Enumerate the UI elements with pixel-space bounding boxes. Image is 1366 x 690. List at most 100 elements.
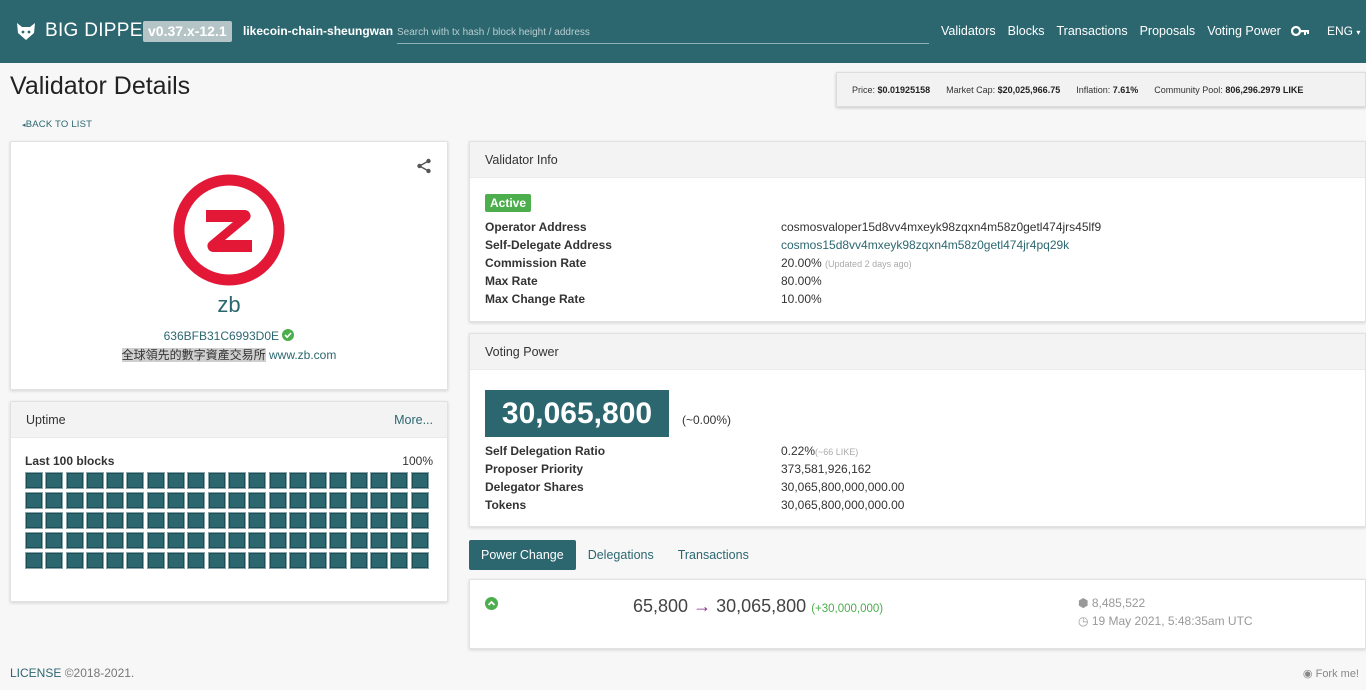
key-icon[interactable] (1291, 25, 1309, 37)
uptime-block[interactable] (146, 552, 165, 569)
uptime-block[interactable] (146, 532, 165, 549)
uptime-block[interactable] (349, 492, 368, 509)
uptime-block[interactable] (126, 552, 145, 569)
uptime-block[interactable] (207, 492, 226, 509)
tab-transactions[interactable]: Transactions (666, 540, 761, 570)
nav-blocks[interactable]: Blocks (1008, 24, 1045, 38)
uptime-block[interactable] (268, 552, 287, 569)
uptime-block[interactable] (288, 492, 307, 509)
uptime-block[interactable] (309, 532, 328, 549)
uptime-block[interactable] (227, 492, 246, 509)
uptime-block[interactable] (106, 512, 125, 529)
uptime-block[interactable] (85, 472, 104, 489)
uptime-block[interactable] (45, 552, 64, 569)
brand-name[interactable]: BIG DIPPER (45, 20, 157, 42)
uptime-block[interactable] (227, 532, 246, 549)
uptime-block[interactable] (410, 532, 429, 549)
uptime-block[interactable] (45, 492, 64, 509)
language-dropdown[interactable]: ENG ▾ (1327, 24, 1360, 38)
uptime-block[interactable] (370, 552, 389, 569)
uptime-block[interactable] (370, 492, 389, 509)
uptime-block[interactable] (349, 512, 368, 529)
uptime-block[interactable] (207, 552, 226, 569)
uptime-block[interactable] (25, 532, 43, 549)
self-delegate-link[interactable]: cosmos15d8vv4mxeyk98zqxn4m58z0getl474jr4… (781, 238, 1069, 252)
uptime-block[interactable] (106, 492, 125, 509)
uptime-block[interactable] (85, 492, 104, 509)
uptime-block[interactable] (390, 532, 409, 549)
uptime-block[interactable] (167, 552, 186, 569)
uptime-block[interactable] (45, 532, 64, 549)
uptime-block[interactable] (167, 512, 186, 529)
share-icon[interactable] (416, 158, 432, 174)
nav-transactions[interactable]: Transactions (1057, 24, 1128, 38)
uptime-block[interactable] (288, 512, 307, 529)
uptime-block[interactable] (207, 512, 226, 529)
uptime-block[interactable] (268, 532, 287, 549)
uptime-block[interactable] (410, 492, 429, 509)
uptime-block[interactable] (248, 512, 267, 529)
uptime-block[interactable] (410, 552, 429, 569)
uptime-more-link[interactable]: More... (394, 413, 433, 427)
uptime-block[interactable] (288, 472, 307, 489)
uptime-block[interactable] (167, 492, 186, 509)
uptime-block[interactable] (349, 532, 368, 549)
uptime-block[interactable] (349, 472, 368, 489)
nav-proposals[interactable]: Proposals (1140, 24, 1196, 38)
uptime-block[interactable] (248, 552, 267, 569)
uptime-block[interactable] (146, 492, 165, 509)
uptime-block[interactable] (25, 552, 43, 569)
uptime-block[interactable] (85, 552, 104, 569)
uptime-block[interactable] (85, 512, 104, 529)
uptime-block[interactable] (410, 512, 429, 529)
uptime-block[interactable] (288, 552, 307, 569)
uptime-block[interactable] (25, 472, 43, 489)
uptime-block[interactable] (329, 512, 348, 529)
website-link[interactable]: www.zb.com (269, 348, 336, 362)
uptime-block[interactable] (349, 552, 368, 569)
uptime-block[interactable] (370, 532, 389, 549)
uptime-block[interactable] (126, 472, 145, 489)
uptime-block[interactable] (370, 512, 389, 529)
uptime-block[interactable] (126, 512, 145, 529)
uptime-block[interactable] (187, 512, 206, 529)
license-link[interactable]: LICENSE (10, 666, 61, 680)
uptime-block[interactable] (248, 472, 267, 489)
uptime-block[interactable] (45, 512, 64, 529)
uptime-block[interactable] (390, 472, 409, 489)
uptime-block[interactable] (187, 492, 206, 509)
uptime-block[interactable] (309, 472, 328, 489)
uptime-block[interactable] (370, 472, 389, 489)
back-to-list-link[interactable]: ◂BACK TO LIST (22, 119, 92, 130)
uptime-block[interactable] (227, 512, 246, 529)
uptime-block[interactable] (85, 532, 104, 549)
uptime-block[interactable] (268, 512, 287, 529)
uptime-block[interactable] (248, 532, 267, 549)
uptime-block[interactable] (25, 492, 43, 509)
uptime-block[interactable] (248, 492, 267, 509)
uptime-block[interactable] (65, 512, 84, 529)
uptime-block[interactable] (390, 552, 409, 569)
uptime-block[interactable] (106, 472, 125, 489)
uptime-block[interactable] (167, 532, 186, 549)
uptime-block[interactable] (268, 492, 287, 509)
tab-power-change[interactable]: Power Change (469, 540, 576, 570)
uptime-block[interactable] (227, 472, 246, 489)
uptime-block[interactable] (390, 512, 409, 529)
uptime-block[interactable] (106, 532, 125, 549)
brand-logo-icon[interactable] (15, 20, 37, 42)
nav-voting-power[interactable]: Voting Power (1207, 24, 1281, 38)
uptime-block[interactable] (167, 472, 186, 489)
tab-delegations[interactable]: Delegations (576, 540, 666, 570)
block-height[interactable]: ⬢ 8,485,522 (1078, 596, 1145, 610)
search-input[interactable] (397, 22, 929, 44)
uptime-block[interactable] (410, 472, 429, 489)
uptime-block[interactable] (207, 472, 226, 489)
uptime-block[interactable] (65, 472, 84, 489)
uptime-block[interactable] (146, 472, 165, 489)
uptime-block[interactable] (65, 532, 84, 549)
uptime-block[interactable] (65, 492, 84, 509)
uptime-block[interactable] (288, 532, 307, 549)
uptime-block[interactable] (268, 472, 287, 489)
uptime-block[interactable] (309, 552, 328, 569)
